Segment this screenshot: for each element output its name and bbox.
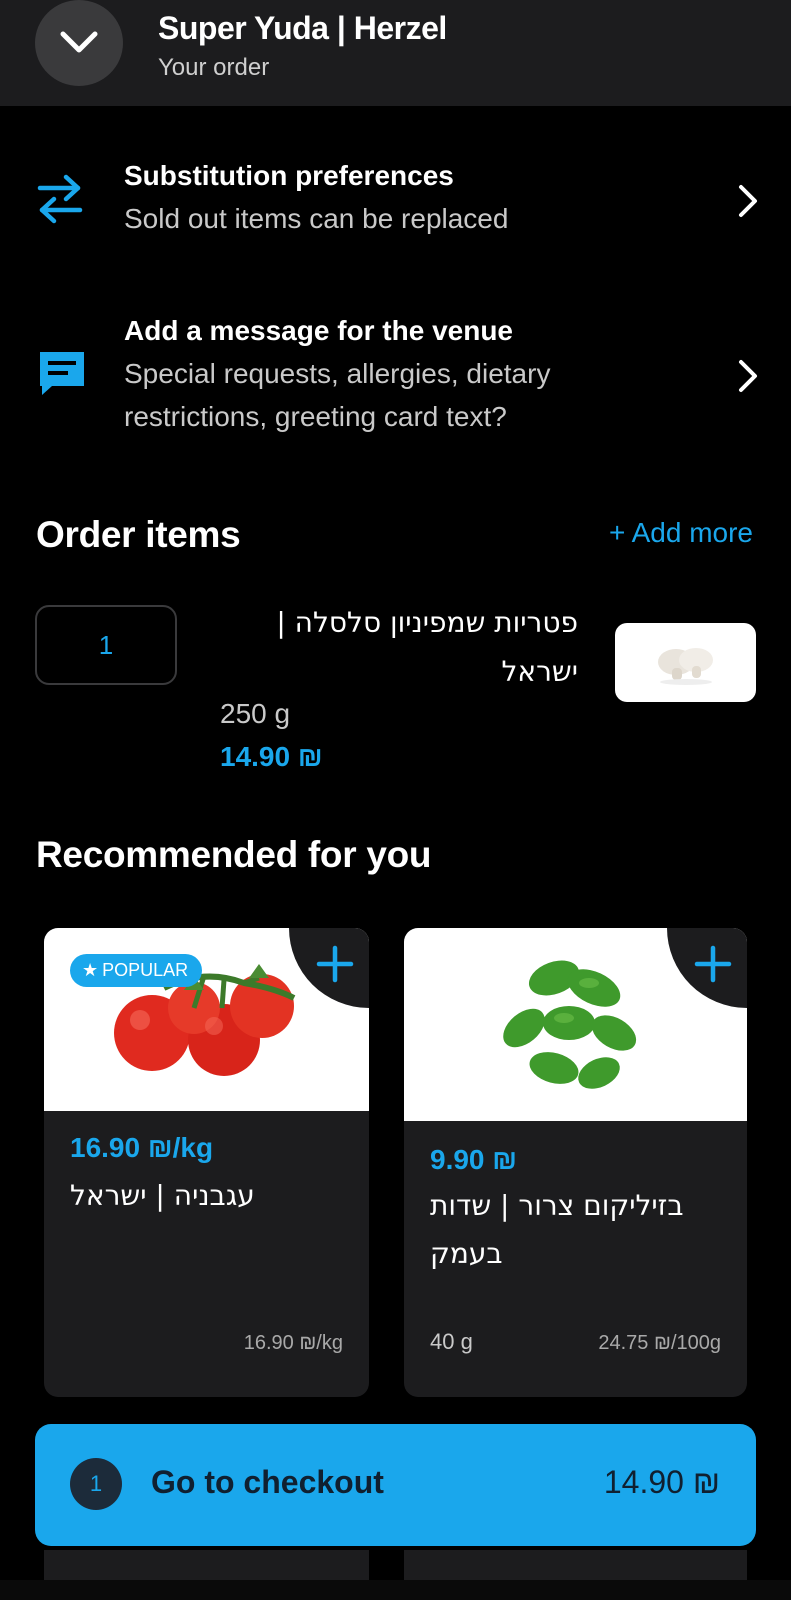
product-unit-price: 24.75 ₪/100g <box>598 1332 721 1354</box>
product-card-basil[interactable]: 9.90 ₪ בזיליקום צרור | שדות בעמק 40 g 24… <box>404 928 747 1397</box>
collapse-button[interactable] <box>35 0 123 86</box>
product-image <box>404 928 747 1121</box>
recommended-title: Recommended for you <box>36 834 432 875</box>
item-thumbnail <box>615 623 756 702</box>
star-icon: ★ <box>82 960 99 980</box>
item-price: 14.90 ₪ <box>220 741 323 772</box>
header-subtitle: Your order <box>158 54 270 81</box>
chevron-down-icon <box>60 31 98 53</box>
item-weight: 250 g <box>220 698 291 729</box>
product-name: בזיליקום צרור | שדות בעמק <box>430 1189 684 1270</box>
item-name: פטריות שמפיניון סלסלה | ישראל <box>276 606 578 688</box>
swap-arrows-icon <box>37 174 83 224</box>
product-weight: 40 g <box>430 1329 473 1354</box>
plus-icon <box>694 945 732 983</box>
badge-label: POPULAR <box>102 960 189 980</box>
header: Super Yuda | Herzel Your order <box>0 0 791 106</box>
venue-message-subtitle: Special requests, allergies, dietary res… <box>124 358 551 432</box>
product-unit-price: 16.90 ₪/kg <box>243 1332 343 1354</box>
product-price: 16.90 ₪/kg <box>70 1132 214 1163</box>
popular-badge: ★ POPULAR <box>70 954 203 987</box>
chevron-right-icon <box>739 360 757 392</box>
chat-bubble-icon <box>40 352 84 395</box>
system-nav-bar <box>0 1580 791 1600</box>
product-card-tomato[interactable]: ★ POPULAR 16.90 ₪/kg עגבניה | ישראל 16.9… <box>44 928 369 1397</box>
substitution-subtitle: Sold out items can be replaced <box>124 203 509 234</box>
plus-icon <box>316 945 354 983</box>
product-price: 9.90 ₪ <box>430 1144 518 1175</box>
checkout-label: Go to checkout <box>151 1464 384 1500</box>
order-items-title: Order items <box>36 514 241 555</box>
quantity-stepper[interactable]: 1 <box>35 605 177 685</box>
substitution-preferences-row[interactable]: Substitution preferences Sold out items … <box>0 140 791 260</box>
venue-message-row[interactable]: Add a message for the venue Special requ… <box>0 300 791 450</box>
product-image: ★ POPULAR <box>44 928 369 1111</box>
substitution-title: Substitution preferences <box>124 160 454 191</box>
venue-message-title: Add a message for the venue <box>124 315 514 346</box>
checkout-button[interactable]: 1 Go to checkout 14.90 ₪ <box>35 1424 756 1546</box>
cart-count-badge: 1 <box>70 1458 122 1510</box>
checkout-total: 14.90 ₪ <box>603 1464 720 1500</box>
quantity-value: 1 <box>98 629 114 660</box>
chevron-right-icon <box>739 185 757 217</box>
venue-title: Super Yuda | Herzel <box>158 10 447 46</box>
add-more-link[interactable]: + Add more <box>609 517 753 549</box>
mushroom-image <box>657 647 713 685</box>
product-name: עגבניה | ישראל <box>70 1179 255 1212</box>
